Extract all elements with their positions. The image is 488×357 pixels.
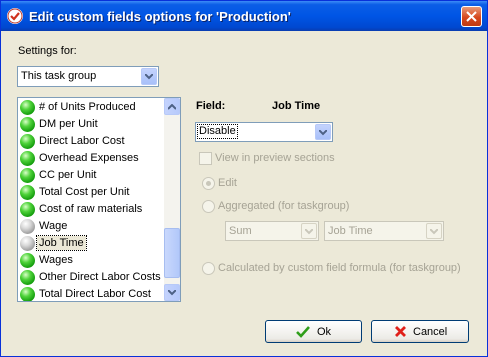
status-green-icon <box>20 185 35 200</box>
field-name: Job Time <box>272 100 321 112</box>
list-item[interactable]: CC per Unit <box>19 167 165 184</box>
list-item-label: Total Direct Labor Cost <box>39 288 151 300</box>
edit-radio[interactable] <box>202 177 215 190</box>
calculated-radio[interactable] <box>202 262 215 275</box>
list-item-label: Cost of raw materials <box>39 203 143 215</box>
aggregate-function-dropdown[interactable]: Sum <box>225 221 319 241</box>
list-scrollbar[interactable] <box>164 98 180 301</box>
list-item[interactable]: Overhead Expenses <box>19 150 165 167</box>
status-green-icon <box>20 287 35 301</box>
status-gray-icon <box>20 236 35 251</box>
list-item[interactable]: # of Units Produced <box>19 99 165 116</box>
list-item-label: Other Direct Labor Costs <box>39 271 161 283</box>
chevron-down-icon[interactable] <box>301 223 317 239</box>
aggregate-function-value: Sum <box>229 225 252 237</box>
checkmark-app-icon <box>7 8 23 24</box>
list-item[interactable]: Other Direct Labor Costs <box>19 269 165 286</box>
status-green-icon <box>20 100 35 115</box>
aggregated-label: Aggregated (for taskgroup) <box>218 200 350 212</box>
view-in-preview-checkbox[interactable] <box>199 152 212 165</box>
status-green-icon <box>20 117 35 132</box>
chevron-down-icon[interactable] <box>141 68 157 85</box>
scroll-down-button[interactable] <box>164 284 180 301</box>
ok-button[interactable]: Ok <box>265 320 362 343</box>
aggregated-radio[interactable] <box>202 200 215 213</box>
list-item-label: Overhead Expenses <box>39 152 139 164</box>
checkmark-icon <box>296 326 310 338</box>
status-green-icon <box>20 270 35 285</box>
list-item-label: Direct Labor Cost <box>39 135 125 147</box>
list-item-label: Job Time <box>36 235 87 251</box>
dialog-window: Edit custom fields options for 'Producti… <box>0 0 488 357</box>
field-mode-value: Disable <box>197 124 238 139</box>
list-item[interactable]: Job Time <box>19 235 165 252</box>
list-item[interactable]: Wages <box>19 252 165 269</box>
list-item[interactable]: Total Direct Labor Cost <box>19 286 165 301</box>
cancel-label: Cancel <box>413 326 448 338</box>
window-title: Edit custom fields options for 'Producti… <box>29 9 291 24</box>
close-icon <box>466 11 477 22</box>
chevron-down-icon[interactable] <box>315 124 331 140</box>
close-button[interactable] <box>461 6 482 27</box>
list-item-label: DM per Unit <box>39 118 98 130</box>
calculated-label: Calculated by custom field formula (for … <box>218 262 461 274</box>
scroll-thumb[interactable] <box>164 228 180 278</box>
list-item[interactable]: DM per Unit <box>19 116 165 133</box>
list-item-label: Wages <box>39 254 73 266</box>
chevron-down-icon[interactable] <box>426 223 442 239</box>
status-green-icon <box>20 202 35 217</box>
list-item-label: CC per Unit <box>39 169 97 181</box>
red-x-icon <box>395 326 406 337</box>
status-green-icon <box>20 168 35 183</box>
status-gray-icon <box>20 219 35 234</box>
scroll-up-button[interactable] <box>164 98 180 115</box>
view-in-preview-label: View in preview sections <box>215 152 335 164</box>
ok-label: Ok <box>317 326 332 338</box>
settings-for-value: This task group <box>21 70 97 82</box>
list-item[interactable]: Direct Labor Cost <box>19 133 165 150</box>
status-green-icon <box>20 253 35 268</box>
chevron-up-icon <box>168 104 176 110</box>
chevron-down-icon <box>168 290 176 296</box>
list-item[interactable]: Wage <box>19 218 165 235</box>
aggregate-field-value: Job Time <box>328 225 373 237</box>
field-label: Field: <box>196 100 226 112</box>
title-bar[interactable]: Edit custom fields options for 'Producti… <box>1 1 487 31</box>
cancel-button[interactable]: Cancel <box>371 320 469 343</box>
list-item-label: Wage <box>39 220 68 232</box>
field-mode-dropdown[interactable]: Disable <box>195 122 333 142</box>
custom-fields-list[interactable]: # of Units Produced DM per Unit Direct Lab… <box>17 97 181 302</box>
status-green-icon <box>20 134 35 149</box>
list-item[interactable]: Total Cost per Unit <box>19 184 165 201</box>
list-item[interactable]: Cost of raw materials <box>19 201 165 218</box>
aggregate-field-dropdown[interactable]: Job Time <box>324 221 444 241</box>
settings-for-label: Settings for: <box>18 45 77 57</box>
list-item-label: Total Cost per Unit <box>39 186 130 198</box>
status-green-icon <box>20 151 35 166</box>
settings-for-dropdown[interactable]: This task group <box>17 66 159 87</box>
list-item-label: # of Units Produced <box>39 101 136 113</box>
edit-label: Edit <box>218 177 237 189</box>
